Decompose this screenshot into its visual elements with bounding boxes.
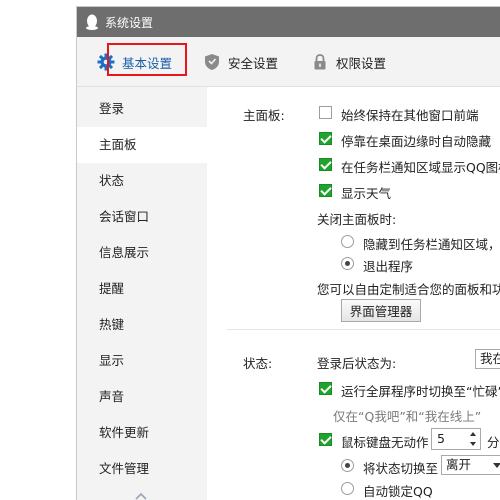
show-tray-icon-label[interactable]: 在任务栏通知区域显示QQ图标: [341, 157, 500, 176]
qq-penguin-icon: [85, 14, 99, 30]
sidebar-item-info-display[interactable]: 信息展示: [77, 235, 207, 271]
tab-permission-settings[interactable]: 权限设置: [311, 37, 386, 87]
main-panel-section-label: 主面板:: [243, 108, 285, 123]
always-on-top-label[interactable]: 始终保持在其他窗口前端: [341, 105, 479, 124]
highlight-box: [107, 43, 187, 76]
settings-sidebar: 登录 主面板 状态 会话窗口 信息展示 提醒 热键 显示 声音 软件更新 文件管…: [77, 87, 207, 500]
idle-unit-label: 分钟: [487, 435, 500, 450]
sidebar-item-hotkeys[interactable]: 热键: [77, 307, 207, 343]
auto-hide-checkbox[interactable]: [319, 132, 332, 145]
sidebar-item-sound[interactable]: 声音: [77, 379, 207, 415]
after-login-status-value: 我在线上: [480, 351, 500, 366]
show-weather-label[interactable]: 显示天气: [341, 183, 391, 202]
sidebar-item-chat-window[interactable]: 会话窗口: [77, 199, 207, 235]
lock-icon: [311, 53, 329, 71]
close-panel-label: 关闭主面板时:: [317, 212, 397, 227]
after-login-status-select[interactable]: 我在线上: [475, 349, 500, 369]
tab-permission-settings-label: 权限设置: [336, 55, 387, 71]
interface-manager-button[interactable]: 界面管理器: [341, 299, 421, 322]
title-bar[interactable]: 系统设置: [77, 7, 500, 37]
settings-window: 系统设置 基本设置 安全设置 权限设置 登录 主面板 状态 会话窗口 信息展示 …: [76, 6, 500, 500]
auto-hide-label[interactable]: 停靠在桌面边缘时自动隐藏: [341, 131, 491, 150]
close-hide-radio[interactable]: [341, 235, 354, 248]
sidebar-item-reminder[interactable]: 提醒: [77, 271, 207, 307]
fullscreen-busy-checkbox[interactable]: [319, 382, 332, 395]
fullscreen-busy-note: 仅在“Q我吧”和“我在线上”: [333, 409, 482, 424]
tab-security-settings-label: 安全设置: [228, 55, 279, 71]
customize-hint: 您可以自由定制适合您的面板和功能: [317, 282, 500, 297]
scroll-up-chevron-icon[interactable]: [135, 489, 147, 500]
shield-icon: [203, 53, 221, 71]
sidebar-item-software-update[interactable]: 软件更新: [77, 415, 207, 451]
window-title: 系统设置: [105, 15, 154, 30]
close-exit-radio[interactable]: [341, 257, 354, 270]
fullscreen-busy-label[interactable]: 运行全屏程序时切换至“忙碌”: [341, 381, 500, 400]
stepper-up-icon[interactable]: [466, 429, 480, 439]
sidebar-item-login[interactable]: 登录: [77, 91, 207, 127]
close-hide-label[interactable]: 隐藏到任务栏通知区域，不: [363, 234, 500, 253]
switch-status-label[interactable]: 将状态切换至: [363, 458, 438, 477]
stepper-down-icon[interactable]: [466, 439, 480, 449]
tab-security-settings[interactable]: 安全设置: [203, 37, 278, 87]
sidebar-item-status[interactable]: 状态: [77, 163, 207, 199]
section-divider: [227, 329, 500, 330]
after-login-status-label: 登录后状态为:: [317, 356, 397, 371]
switch-status-value: 离开: [446, 457, 472, 472]
idle-label[interactable]: 鼠标键盘无动作: [341, 432, 429, 451]
switch-status-select[interactable]: 离开: [441, 455, 500, 475]
chevron-down-icon: [493, 463, 500, 468]
settings-content: 主面板: 始终保持在其他窗口前端 停靠在桌面边缘时自动隐藏 在任务栏通知区域显示…: [207, 87, 500, 500]
close-exit-label[interactable]: 退出程序: [363, 256, 413, 275]
switch-status-radio[interactable]: [341, 459, 354, 472]
idle-switch-checkbox[interactable]: [319, 433, 332, 446]
show-tray-icon-checkbox[interactable]: [319, 158, 332, 171]
sidebar-item-main-panel[interactable]: 主面板: [77, 127, 207, 163]
status-section-label: 状态:: [243, 356, 273, 371]
auto-lock-label[interactable]: 自动锁定QQ: [363, 481, 433, 500]
sidebar-item-display[interactable]: 显示: [77, 343, 207, 379]
show-weather-checkbox[interactable]: [319, 184, 332, 197]
sidebar-item-file-management[interactable]: 文件管理: [77, 451, 207, 487]
auto-lock-radio[interactable]: [341, 482, 354, 495]
idle-minutes-stepper[interactable]: 5: [431, 428, 481, 450]
idle-minutes-value: 5: [437, 431, 445, 446]
always-on-top-checkbox[interactable]: [319, 106, 332, 119]
